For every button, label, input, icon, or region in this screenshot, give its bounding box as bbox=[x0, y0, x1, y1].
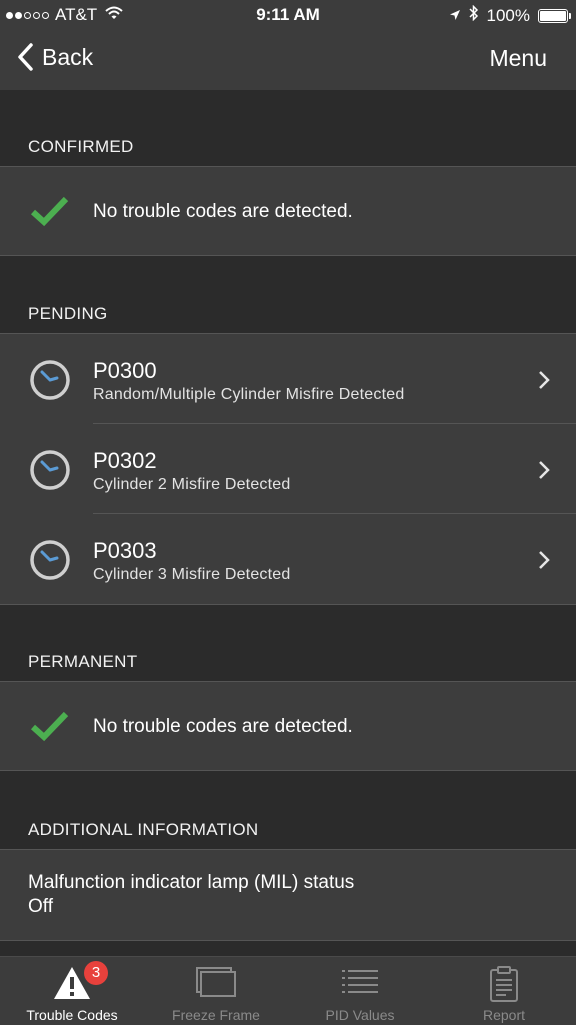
mil-status-label: Malfunction indicator lamp (MIL) status bbox=[28, 872, 355, 893]
tab-label: Report bbox=[482, 1007, 526, 1023]
permanent-header: PERMANENT bbox=[28, 652, 138, 671]
tab-pid-values[interactable]: PID Values bbox=[288, 957, 432, 1025]
trouble-code: P0302 bbox=[93, 448, 157, 473]
clipboard-icon bbox=[488, 965, 520, 1008]
status-right: 100% bbox=[449, 4, 571, 26]
status-bar: AT&T 9:11 AM 100% bbox=[0, 0, 576, 30]
trouble-code-description: Cylinder 3 Misfire Detected bbox=[93, 566, 291, 583]
confirmed-message: No trouble codes are detected. bbox=[93, 201, 353, 222]
trouble-code: P0303 bbox=[93, 538, 157, 563]
confirmed-group: No trouble codes are detected. bbox=[0, 166, 576, 256]
bluetooth-icon bbox=[468, 4, 479, 26]
tab-label: Trouble Codes bbox=[26, 1007, 118, 1023]
trouble-codes-badge: 3 bbox=[84, 961, 108, 985]
trouble-code-description: Cylinder 2 Misfire Detected bbox=[93, 476, 291, 493]
battery-icon bbox=[538, 8, 571, 23]
tab-label: PID Values bbox=[325, 1007, 395, 1023]
mil-status-row: Malfunction indicator lamp (MIL) status … bbox=[0, 850, 576, 940]
freeze-frame-icon bbox=[195, 965, 237, 1004]
clock-icon bbox=[29, 539, 71, 586]
pending-header: PENDING bbox=[28, 304, 108, 323]
tab-bar: 3 Trouble Codes Freeze Frame PID Values bbox=[0, 956, 576, 1025]
trouble-code-row[interactable]: P0302 Cylinder 2 Misfire Detected bbox=[0, 424, 576, 514]
tab-trouble-codes[interactable]: 3 Trouble Codes bbox=[0, 957, 144, 1025]
clock-icon bbox=[29, 359, 71, 406]
confirmed-row: No trouble codes are detected. bbox=[0, 167, 576, 255]
permanent-message: No trouble codes are detected. bbox=[93, 716, 353, 737]
trouble-code: P0300 bbox=[93, 358, 157, 383]
menu-button[interactable]: Menu bbox=[489, 45, 547, 72]
chevron-right-icon bbox=[538, 550, 550, 575]
trouble-code-row[interactable]: P0300 Random/Multiple Cylinder Misfire D… bbox=[0, 334, 576, 424]
navigation-bar: Back Menu bbox=[0, 30, 576, 90]
trouble-code-description: Random/Multiple Cylinder Misfire Detecte… bbox=[93, 386, 405, 403]
trouble-code-row[interactable]: P0303 Cylinder 3 Misfire Detected bbox=[0, 514, 576, 604]
checkmark-icon bbox=[29, 710, 69, 747]
permanent-row: No trouble codes are detected. bbox=[0, 682, 576, 770]
chevron-right-icon bbox=[538, 460, 550, 485]
chevron-left-icon bbox=[18, 43, 33, 71]
additional-info-group: Malfunction indicator lamp (MIL) status … bbox=[0, 849, 576, 941]
pending-group: P0300 Random/Multiple Cylinder Misfire D… bbox=[0, 333, 576, 605]
back-button[interactable]: Back bbox=[16, 42, 93, 72]
additional-info-header: ADDITIONAL INFORMATION bbox=[28, 820, 259, 839]
tab-report[interactable]: Report bbox=[432, 957, 576, 1025]
location-arrow-icon bbox=[449, 6, 461, 26]
tab-freeze-frame[interactable]: Freeze Frame bbox=[144, 957, 288, 1025]
chevron-right-icon bbox=[538, 370, 550, 395]
tab-label: Freeze Frame bbox=[172, 1007, 260, 1023]
list-icon bbox=[340, 965, 380, 1002]
back-label: Back bbox=[42, 43, 94, 70]
battery-percent: 100% bbox=[486, 5, 530, 25]
confirmed-header: CONFIRMED bbox=[28, 137, 134, 156]
permanent-group: No trouble codes are detected. bbox=[0, 681, 576, 771]
clock-icon bbox=[29, 449, 71, 496]
checkmark-icon bbox=[29, 195, 69, 232]
mil-status-value: Off bbox=[28, 896, 53, 917]
